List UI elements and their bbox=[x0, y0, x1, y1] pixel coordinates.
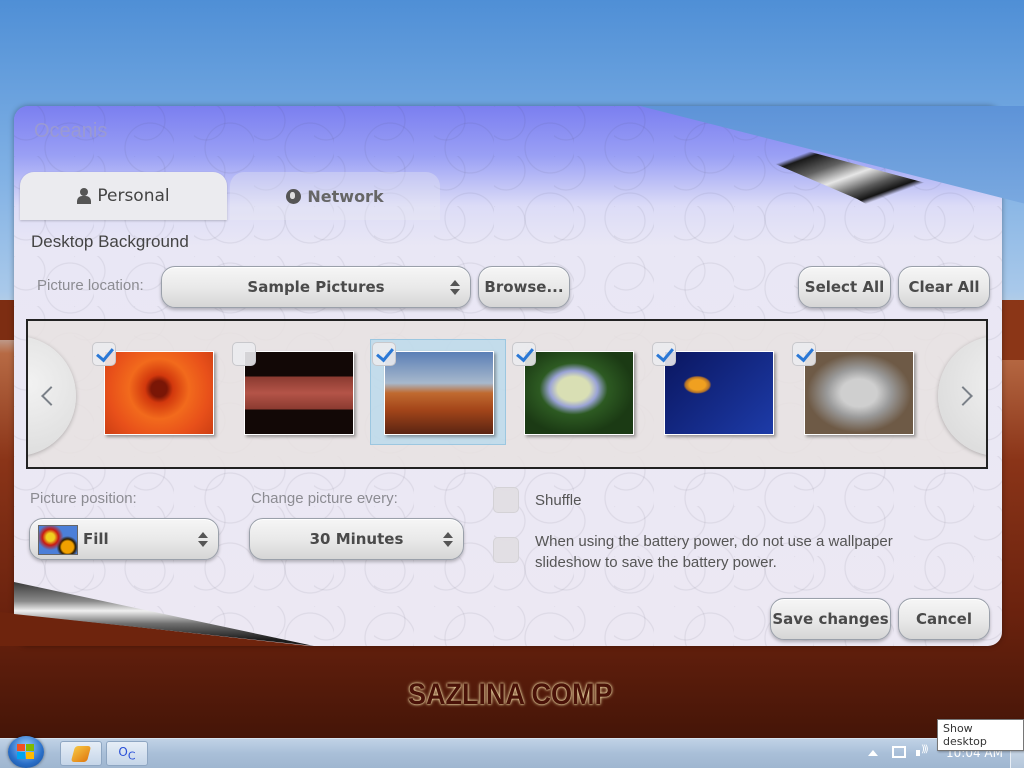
thumbnail-pattern[interactable] bbox=[244, 351, 354, 435]
updown-arrows-icon bbox=[443, 532, 453, 548]
thumbnail-checkbox[interactable] bbox=[792, 342, 816, 366]
picture-location-label: Picture location: bbox=[37, 277, 144, 294]
picture-position-select[interactable]: Fill bbox=[29, 518, 219, 560]
thumbnail-checkbox[interactable] bbox=[372, 342, 396, 366]
battery-label: When using the battery power, do not use… bbox=[535, 533, 893, 571]
thumbnail-checkbox[interactable] bbox=[652, 342, 676, 366]
scroll-left-button[interactable] bbox=[28, 336, 76, 456]
cancel-button[interactable]: Cancel bbox=[898, 598, 990, 640]
change-every-value: 30 Minutes bbox=[309, 530, 404, 548]
volume-icon[interactable] bbox=[916, 744, 930, 760]
desktop-wallpaper-rock bbox=[1000, 300, 1024, 360]
save-changes-button[interactable]: Save changes bbox=[770, 598, 891, 640]
section-title: Desktop Background bbox=[31, 232, 189, 251]
change-every-select[interactable]: 30 Minutes bbox=[249, 518, 464, 560]
chevron-left-icon bbox=[41, 386, 61, 406]
tab-personal[interactable]: Personal bbox=[20, 172, 227, 220]
shuffle-label: Shuffle bbox=[535, 492, 582, 509]
updown-arrows-icon bbox=[198, 532, 208, 548]
battery-checkbox[interactable] bbox=[493, 537, 519, 563]
picture-location-value: Sample Pictures bbox=[247, 278, 385, 296]
globe-icon bbox=[286, 188, 302, 204]
tab-network-label: Network bbox=[307, 186, 384, 206]
thumbnail-jellyfish[interactable] bbox=[664, 351, 774, 435]
taskbar-oc-button[interactable]: OC bbox=[106, 741, 148, 766]
thumbnail-checkbox[interactable] bbox=[512, 342, 536, 366]
tab-personal-label: Personal bbox=[97, 186, 170, 206]
chevron-right-icon bbox=[953, 386, 973, 406]
taskbar-winamp-button[interactable] bbox=[60, 741, 102, 766]
picture-position-value: Fill bbox=[83, 530, 109, 548]
select-all-button[interactable]: Select All bbox=[798, 266, 891, 308]
user-icon bbox=[77, 188, 92, 204]
thumbnail-desert[interactable] bbox=[384, 351, 494, 435]
change-every-label: Change picture every: bbox=[251, 490, 398, 507]
scroll-right-button[interactable] bbox=[938, 336, 986, 456]
show-hidden-icons-button[interactable] bbox=[868, 750, 878, 756]
network-icon[interactable] bbox=[892, 746, 906, 758]
thumbnail-chrysanthemum[interactable] bbox=[104, 351, 214, 435]
shuffle-checkbox[interactable] bbox=[493, 487, 519, 513]
winamp-icon bbox=[70, 745, 92, 762]
thumbnail-strip bbox=[26, 319, 988, 469]
fill-preview-icon bbox=[38, 525, 78, 555]
updown-arrows-icon bbox=[450, 280, 460, 296]
browse-button[interactable]: Browse... bbox=[478, 266, 570, 308]
picture-location-select[interactable]: Sample Pictures bbox=[161, 266, 471, 308]
show-desktop-tooltip: Show desktop bbox=[937, 719, 1024, 751]
desktop-watermark: SAZLINA COMP bbox=[408, 678, 613, 711]
oc-icon: OC bbox=[118, 744, 136, 763]
thumbnail-checkbox[interactable] bbox=[232, 342, 256, 366]
windows-logo-icon bbox=[17, 744, 35, 760]
dialog-title: Oceanis bbox=[34, 120, 108, 142]
thumbnail-koala[interactable] bbox=[804, 351, 914, 435]
picture-position-label: Picture position: bbox=[30, 490, 137, 507]
thumbnail-hydrangeas[interactable] bbox=[524, 351, 634, 435]
tab-network[interactable]: Network bbox=[230, 172, 440, 220]
clear-all-button[interactable]: Clear All bbox=[898, 266, 990, 308]
thumbnail-checkbox[interactable] bbox=[92, 342, 116, 366]
start-button[interactable] bbox=[8, 736, 44, 768]
